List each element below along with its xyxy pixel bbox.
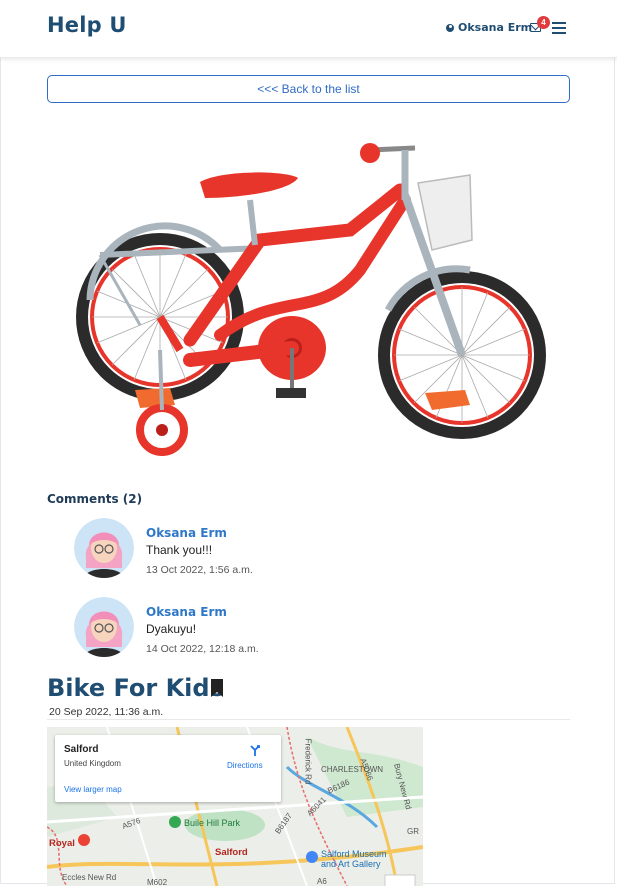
- map-place-title: Salford: [64, 744, 99, 755]
- map-label: Royal: [49, 838, 75, 849]
- hamburger-menu-icon[interactable]: [552, 22, 566, 34]
- user-name: Oksana Erm: [458, 21, 533, 34]
- comment-date: 13 Oct 2022, 1:56 a.m.: [146, 564, 253, 576]
- comment-item: Oksana Erm Dyakuyu! 14 Oct 2022, 12:18 a…: [74, 597, 494, 659]
- directions-link[interactable]: Directions: [227, 761, 263, 770]
- map-label: Buile Hill Park: [184, 818, 241, 828]
- back-to-list-button[interactable]: <<< Back to the list: [47, 75, 570, 103]
- user-menu[interactable]: Oksana Erm: [446, 21, 532, 34]
- divider: [47, 719, 570, 720]
- map-place-country: United Kingdom: [64, 759, 121, 768]
- comment-date: 14 Oct 2022, 12:18 a.m.: [146, 643, 259, 655]
- map-label: Salford: [215, 847, 248, 858]
- comment-text: Thank you!!!: [146, 543, 213, 557]
- top-navbar: Help U Oksana Erm 4: [0, 0, 617, 58]
- map-label: CHARLESTOWN: [321, 765, 384, 774]
- notification-badge: 4: [537, 16, 550, 29]
- map-label: Frederick Rd: [303, 738, 313, 785]
- site-logo[interactable]: Help U: [47, 13, 127, 37]
- comments-heading: Comments (2): [47, 492, 143, 506]
- post-title: Bike For Kids: [47, 674, 224, 702]
- view-larger-map-link[interactable]: View larger map: [64, 785, 122, 794]
- post-date: 20 Sep 2022, 11:36 a.m.: [49, 706, 164, 718]
- map-label: Salford Museum: [321, 849, 387, 859]
- bookmark-icon[interactable]: [210, 678, 224, 698]
- map-label: Eccles New Rd: [62, 873, 117, 882]
- embedded-map[interactable]: CHARLESTOWN Buile Hill Park Salford Roya…: [47, 727, 423, 886]
- comment-item: Oksana Erm Thank you!!! 13 Oct 2022, 1:5…: [74, 518, 494, 580]
- map-label: GR: [407, 827, 419, 836]
- map-label: M602: [147, 878, 168, 886]
- map-label: A6: [317, 877, 327, 886]
- avatar[interactable]: [74, 518, 134, 578]
- avatar[interactable]: [74, 597, 134, 657]
- comment-text: Dyakuyu!: [146, 622, 197, 636]
- directions-icon[interactable]: [248, 743, 262, 757]
- user-icon: [446, 23, 454, 32]
- comment-author[interactable]: Oksana Erm: [146, 605, 227, 619]
- comment-author[interactable]: Oksana Erm: [146, 526, 227, 540]
- map-label: and Art Gallery: [321, 859, 381, 869]
- bike-image: [76, 143, 546, 456]
- map-info-card: Salford United Kingdom View larger map D…: [55, 735, 281, 802]
